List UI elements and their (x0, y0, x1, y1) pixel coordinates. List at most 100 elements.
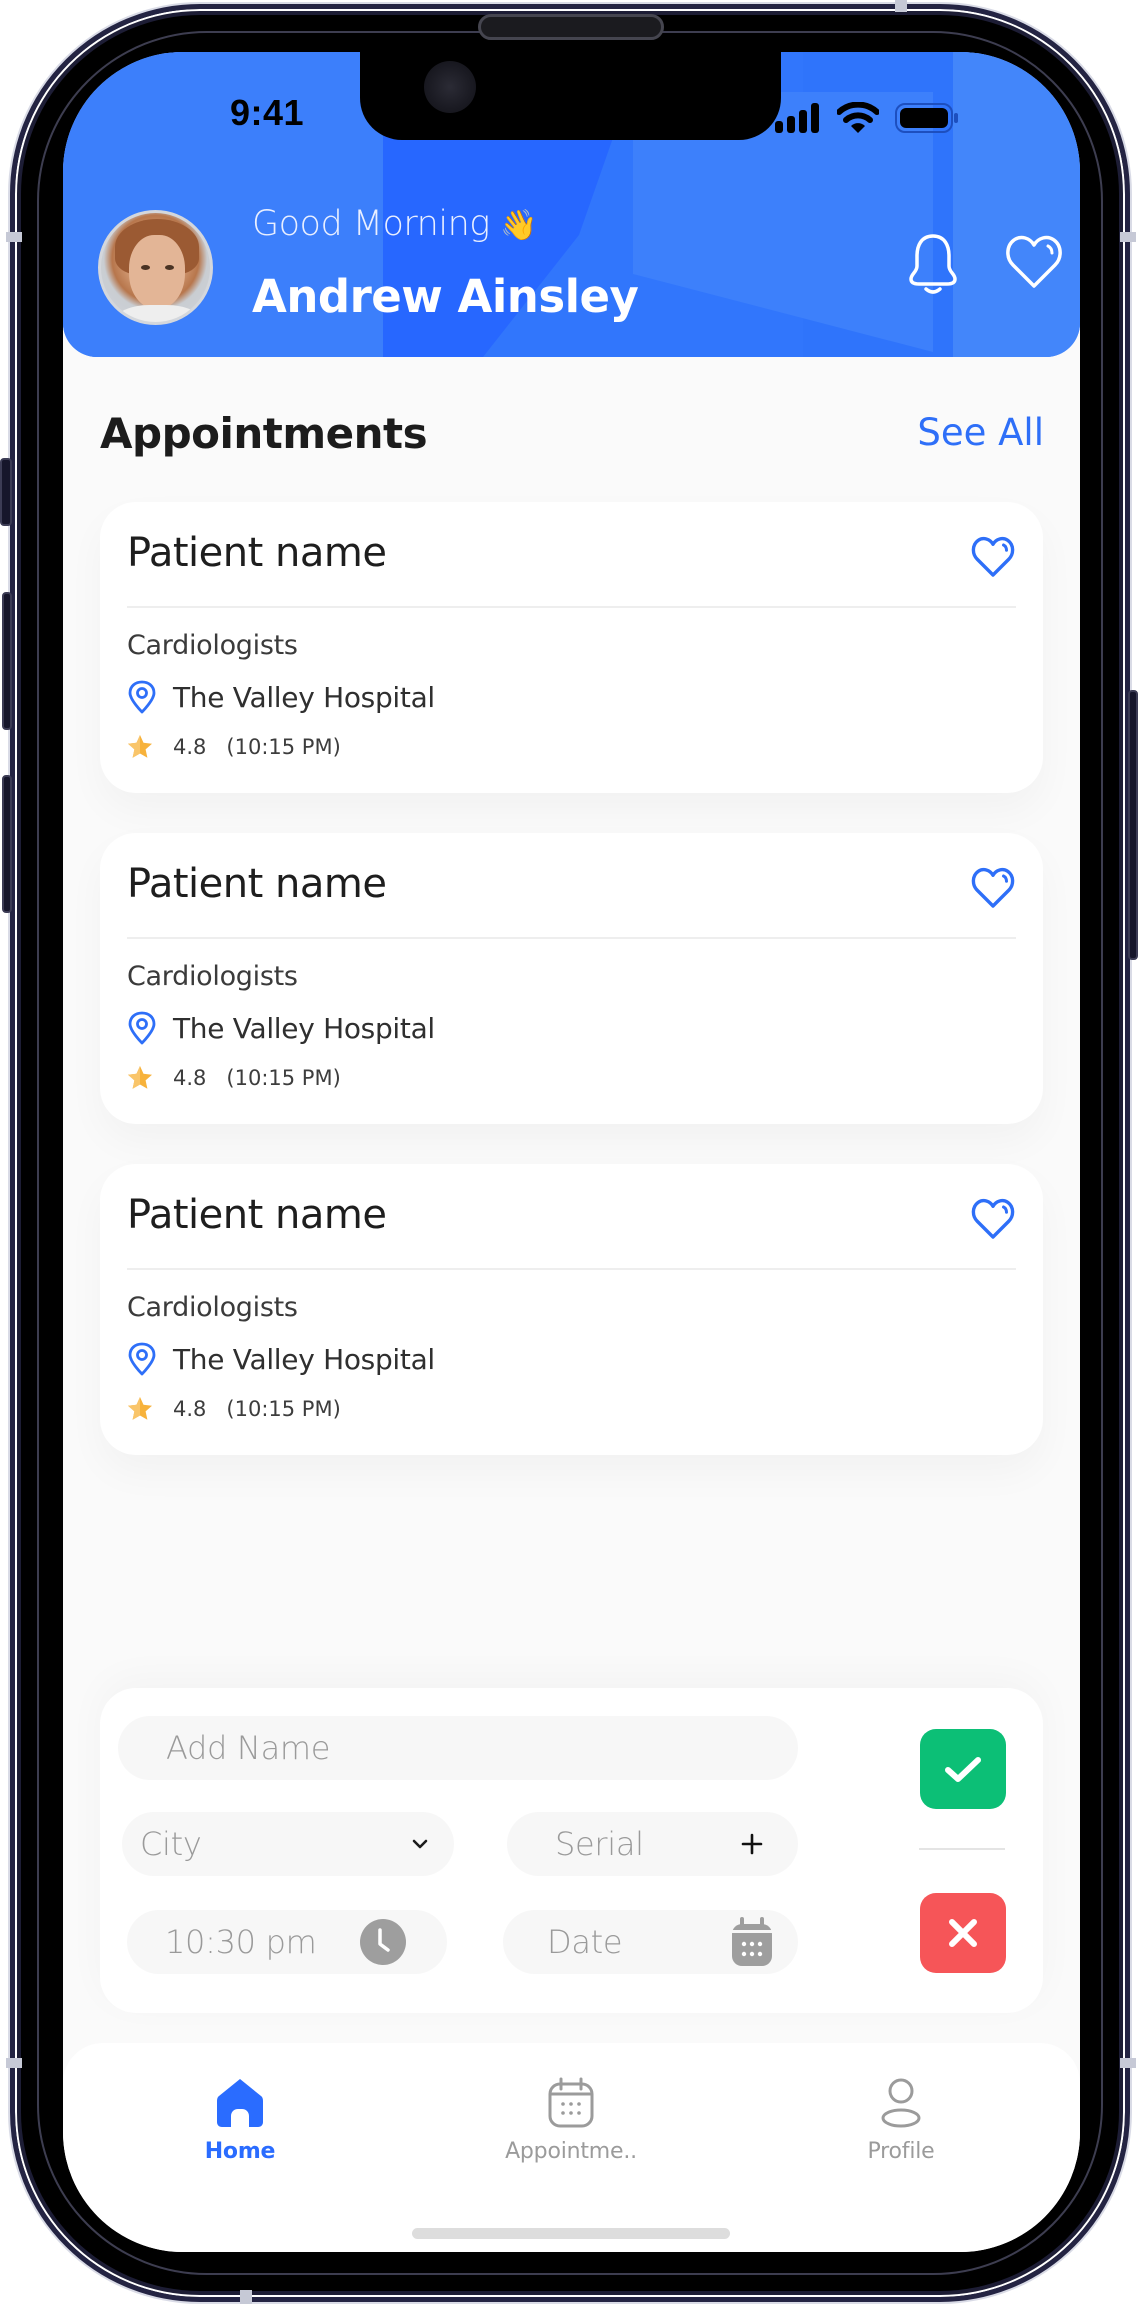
antenna-band (6, 232, 22, 242)
nav-label-appointments: Appointme.. (505, 2139, 637, 2164)
appointment-card[interactable]: Patient name Cardiologists The Valley Ho… (100, 1164, 1043, 1455)
rating-row: 4.8 (10:15 PM) (127, 734, 341, 760)
card-divider (127, 1268, 1016, 1270)
battery-icon (895, 103, 958, 133)
avatar-eye (165, 265, 174, 270)
confirm-button[interactable] (920, 1729, 1006, 1809)
appointment-card[interactable]: Patient name Cardiologists The Valley Ho… (100, 833, 1043, 1124)
profile-icon (875, 2077, 927, 2129)
location: The Valley Hospital (127, 1011, 435, 1045)
favorites-button[interactable] (1005, 234, 1062, 298)
section-title: Appointments (100, 409, 428, 458)
rating-row: 4.8 (10:15 PM) (127, 1396, 341, 1422)
rating-value: 4.8 (173, 1066, 207, 1090)
nav-item-profile[interactable]: Profile (801, 2077, 1001, 2164)
header-pattern (953, 52, 1080, 357)
mute-switch (0, 458, 12, 526)
greeting: Good Morning 👋 (252, 204, 538, 244)
city-select[interactable]: City (122, 1812, 454, 1876)
star-icon (128, 735, 152, 758)
date-placeholder: Date (547, 1923, 623, 1961)
hospital-name: The Valley Hospital (173, 680, 435, 714)
cancel-button[interactable] (920, 1893, 1006, 1973)
avatar[interactable] (98, 210, 213, 325)
appointment-time: (10:15 PM) (226, 1397, 341, 1421)
appointment-time: (10:15 PM) (226, 1066, 341, 1090)
heart-icon (971, 536, 1015, 577)
patient-name: Patient name (127, 861, 387, 907)
location: The Valley Hospital (127, 680, 435, 714)
favorite-button[interactable] (971, 536, 1015, 578)
avatar-face (129, 235, 185, 309)
avatar-eye (141, 265, 150, 270)
appointment-card[interactable]: Patient name Cardiologists The Valley Ho… (100, 502, 1043, 793)
serial-input[interactable]: Serial (507, 1812, 798, 1876)
user-name: Andrew Ainsley (252, 270, 639, 323)
wifi-icon (837, 102, 879, 133)
plus-icon[interactable] (740, 1830, 764, 1858)
see-all-link[interactable]: See All (917, 411, 1044, 454)
date-input[interactable]: Date (503, 1910, 798, 1974)
star-icon (128, 1397, 152, 1420)
form-divider (919, 1848, 1005, 1850)
greeting-text: Good Morning (252, 204, 490, 244)
status-icons (775, 102, 959, 134)
antenna-band (1120, 232, 1136, 242)
front-camera (424, 61, 476, 113)
nav-label-home: Home (204, 2139, 276, 2164)
specialty: Cardiologists (127, 961, 298, 992)
appointment-time: (10:15 PM) (226, 735, 341, 759)
heart-icon (971, 1198, 1015, 1239)
location-pin-icon (128, 1342, 156, 1376)
patient-name: Patient name (127, 530, 387, 576)
name-placeholder: Add Name (166, 1729, 331, 1767)
antenna-band (6, 2058, 22, 2068)
patient-name: Patient name (127, 1192, 387, 1238)
bottom-nav: Home Appointme.. Profile (63, 2043, 1080, 2252)
chevron-down-icon (410, 1830, 430, 1858)
antenna-band (1120, 2058, 1136, 2068)
name-input[interactable]: Add Name (118, 1716, 798, 1780)
heart-icon (1006, 235, 1062, 288)
calendar-icon[interactable] (730, 1916, 774, 1968)
volume-up-button (2, 592, 12, 730)
favorite-button[interactable] (971, 1198, 1015, 1240)
nav-item-home[interactable]: Home (140, 2077, 340, 2164)
specialty: Cardiologists (127, 630, 298, 661)
app-screen: 9:41 Good Morning 👋 Andrew Ainsley Appoi… (63, 52, 1080, 2252)
location-pin-icon (128, 1011, 156, 1045)
earpiece-speaker (478, 14, 664, 40)
notifications-button[interactable] (905, 232, 961, 296)
status-time: 9:41 (230, 92, 305, 133)
serial-placeholder: Serial (555, 1825, 644, 1863)
hospital-name: The Valley Hospital (173, 1342, 435, 1376)
nav-label-profile: Profile (867, 2139, 935, 2164)
notch (360, 52, 781, 140)
specialty: Cardiologists (127, 1292, 298, 1323)
home-icon (214, 2077, 266, 2129)
clock-icon[interactable] (359, 1918, 407, 1966)
rating-value: 4.8 (173, 1397, 207, 1421)
nav-item-appointments[interactable]: Appointme.. (471, 2077, 671, 2164)
card-divider (127, 606, 1016, 608)
waving-hand-icon: 👋 (500, 208, 538, 243)
volume-down-button (2, 775, 12, 913)
time-input[interactable]: 10:30 pm (127, 1910, 447, 1974)
antenna-band (240, 2290, 252, 2304)
home-indicator[interactable] (412, 2228, 730, 2239)
calendar-icon (545, 2077, 597, 2129)
location-pin-icon (128, 680, 156, 714)
card-divider (127, 937, 1016, 939)
add-appointment-form: Add Name City Serial 10:30 pm Date (100, 1688, 1043, 2013)
heart-icon (971, 867, 1015, 908)
check-icon (945, 1757, 981, 1782)
antenna-band (895, 0, 907, 12)
signal-icon (775, 103, 819, 133)
favorite-button[interactable] (971, 867, 1015, 909)
location: The Valley Hospital (127, 1342, 435, 1376)
header: 9:41 Good Morning 👋 Andrew Ainsley (63, 52, 1080, 357)
power-button (1128, 690, 1138, 960)
star-icon (128, 1066, 152, 1089)
hospital-name: The Valley Hospital (173, 1011, 435, 1045)
bell-icon (909, 234, 957, 294)
